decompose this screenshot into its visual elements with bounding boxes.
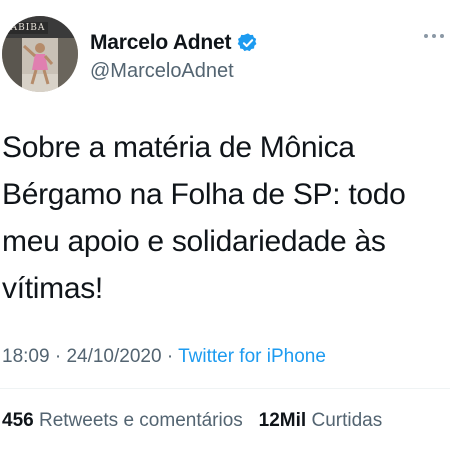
likes-count: 12Mil (258, 410, 307, 431)
tweet-stats: 456 Retweets e comentários 12Mil Curtida… (2, 410, 382, 432)
tweet-meta: 18:09 · 24/10/2020 · Twitter for iPhone (2, 346, 326, 368)
tweet-text: Sobre a matéria de Mônica Bérgamo na Fol… (2, 131, 406, 305)
retweets-count: 456 (2, 410, 34, 431)
tweet-date[interactable]: 24/10/2020 (66, 346, 161, 367)
divider (0, 388, 450, 389)
tweet-card: ABIBA Marcelo Adnet @MarceloAdnet Sobre … (0, 0, 450, 450)
likes-label: Curtidas (311, 410, 383, 431)
author-block: Marcelo Adnet @MarceloAdnet (90, 30, 259, 83)
meta-separator: · (166, 346, 174, 367)
verified-badge-icon (237, 32, 259, 54)
tweet-time[interactable]: 18:09 (2, 346, 50, 367)
author-name[interactable]: Marcelo Adnet (90, 31, 232, 55)
tweet-source-link[interactable]: Twitter for iPhone (178, 346, 326, 367)
author-handle[interactable]: @MarceloAdnet (90, 60, 259, 83)
avatar[interactable]: ABIBA (2, 16, 78, 92)
retweets-stat[interactable]: 456 Retweets e comentários (2, 410, 248, 431)
likes-stat[interactable]: 12Mil Curtidas (259, 410, 383, 431)
retweets-label: Retweets e comentários (38, 410, 243, 431)
meta-separator: · (54, 346, 62, 367)
avatar-sign-text: ABIBA (8, 22, 48, 34)
name-row: Marcelo Adnet (90, 30, 259, 56)
more-horizontal-icon[interactable] (424, 34, 444, 38)
